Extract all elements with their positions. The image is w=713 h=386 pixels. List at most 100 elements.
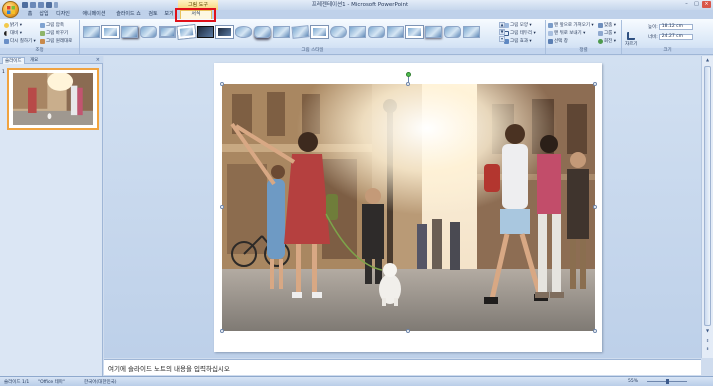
undo-icon[interactable] [30,2,36,8]
width-input[interactable]: 24.27 cm [658,34,693,40]
resize-handle-nw[interactable] [220,82,224,86]
contrast-button[interactable]: 대비 ▾ [4,30,22,36]
group-button[interactable]: 그룹 ▾ [598,30,616,36]
language-indicator[interactable]: 한국어(대한민국) [84,379,117,385]
height-field-row: 높이: 18.12 cm [648,24,693,30]
compress-icon [40,22,45,28]
style-thumb[interactable] [159,26,176,38]
style-thumb[interactable] [140,26,157,38]
align-icon [598,22,603,28]
selection-pane-button[interactable]: 선택 창 [548,38,568,44]
crop-button[interactable]: 자르기 [625,32,637,47]
gallery-scroll: ▲ ▼ ▾ [499,22,505,42]
style-thumb[interactable] [311,26,328,38]
scroll-down-icon[interactable]: ▼ [704,328,711,334]
zoom-knob[interactable] [666,379,669,384]
maximize-button[interactable]: □ [692,1,701,8]
style-thumb[interactable] [291,25,310,39]
bring-front-icon [548,22,553,28]
contrast-label: 대비 ▾ [10,31,22,36]
resize-handle-sw[interactable] [220,329,224,333]
notes-pane[interactable]: 여기에 슬라이드 노트의 내용을 입력하십시오 [104,359,701,375]
rotation-handle[interactable] [406,72,411,77]
title-bar: 그림 도구 프레젠테이션1 - Microsoft PowerPoint – □… [0,0,713,10]
tab-home[interactable]: 홈 [24,10,36,19]
height-label: 높이: [648,25,658,30]
style-thumb[interactable] [177,25,196,39]
vertical-scrollbar[interactable]: ▲ ▼ ⇞ ⇟ [701,56,713,358]
gallery-more-icon[interactable]: ▾ [499,36,505,42]
recolor-button[interactable]: 다시 칠하기 ▾ [4,38,36,44]
style-thumb[interactable] [444,26,461,38]
height-input[interactable]: 18.12 cm [658,24,693,30]
selection-pane-icon [548,38,553,44]
reset-picture-button[interactable]: 그림 원래대로 [40,38,72,44]
style-thumb[interactable] [406,26,423,38]
qat-dropdown-icon[interactable] [54,2,58,8]
resize-handle-s[interactable] [406,329,410,333]
prev-slide-icon[interactable]: ⇞ [704,338,711,344]
bring-to-front-button[interactable]: 맨 앞으로 가져오기 ▾ [548,22,594,28]
style-thumb[interactable] [387,26,404,38]
reset-picture-label: 그림 원래대로 [46,39,73,44]
style-thumb[interactable] [425,26,442,38]
print-preview-icon[interactable] [46,2,52,8]
style-thumb[interactable] [197,26,214,38]
tab-view[interactable]: 보기 [163,10,175,19]
scroll-thumb[interactable] [704,66,711,326]
style-thumb[interactable] [254,26,271,38]
align-button[interactable]: 맞춤 ▾ [598,22,616,28]
redo-icon[interactable] [38,2,44,8]
style-thumb[interactable] [216,26,233,38]
resize-handle-w[interactable] [220,205,224,209]
tab-insert[interactable]: 삽입 [38,10,50,19]
save-icon[interactable] [22,2,28,8]
tab-animations[interactable]: 애니메이션 [80,10,108,19]
style-thumb[interactable] [330,26,347,38]
recolor-icon [4,38,9,44]
picture-border-button[interactable]: 그림 테두리 ▾ [504,30,536,36]
gallery-down-icon[interactable]: ▼ [499,29,505,35]
zoom-level[interactable]: 55% [628,379,638,384]
style-thumb[interactable] [349,26,366,38]
tab-design[interactable]: 디자인 [54,10,72,19]
slide-thumbnail-photo [13,73,93,125]
minimize-button[interactable]: – [682,1,691,8]
style-thumb[interactable] [102,26,119,38]
next-slide-icon[interactable]: ⇟ [704,346,711,352]
gallery-up-icon[interactable]: ▲ [499,22,505,28]
scroll-up-icon[interactable]: ▲ [704,57,711,63]
resize-handle-n[interactable] [406,82,410,86]
group-arrange: 맨 앞으로 가져오기 ▾ 맨 뒤로 보내기 ▾ 선택 창 맞춤 ▾ 그룹 ▾ 회… [546,20,622,54]
style-thumb[interactable] [121,26,138,38]
notes-placeholder: 여기에 슬라이드 노트의 내용을 입력하십시오 [108,365,230,373]
slides-pane: 슬라이드 개요 × 1 [0,56,103,376]
slide-picture[interactable] [222,84,595,331]
brightness-button[interactable]: 밝기 ▾ [4,22,22,28]
style-thumb[interactable] [83,26,100,38]
group-icon [598,30,603,36]
picture-effects-button[interactable]: 그림 효과 ▾ [504,38,532,44]
resize-handle-ne[interactable] [593,82,597,86]
style-thumb[interactable] [368,26,385,38]
pane-close-icon[interactable]: × [96,57,100,63]
slide-thumbnail[interactable] [7,68,99,130]
style-thumb[interactable] [273,26,290,38]
rotate-button[interactable]: 회전 ▾ [598,38,616,44]
compress-pictures-button[interactable]: 그림 압축 [40,22,64,28]
tab-slides[interactable]: 슬라이드 [2,57,25,64]
picture-shape-button[interactable]: 그림 모양 ▾ [504,22,532,28]
resize-handle-e[interactable] [593,205,597,209]
group-adjust-label: 조정 [0,48,79,54]
resize-handle-se[interactable] [593,329,597,333]
close-button[interactable]: × [702,1,711,8]
tab-outline[interactable]: 개요 [28,57,40,64]
send-to-back-button[interactable]: 맨 뒤로 보내기 ▾ [548,30,585,36]
office-button[interactable] [2,1,19,18]
style-thumb[interactable] [235,26,252,38]
change-picture-button[interactable]: 그림 바꾸기 [40,30,68,36]
group-label: 그룹 ▾ [604,31,616,36]
tab-slideshow[interactable]: 슬라이드 쇼 [115,10,142,19]
style-thumb[interactable] [463,26,480,38]
tab-review[interactable]: 검토 [146,10,160,19]
